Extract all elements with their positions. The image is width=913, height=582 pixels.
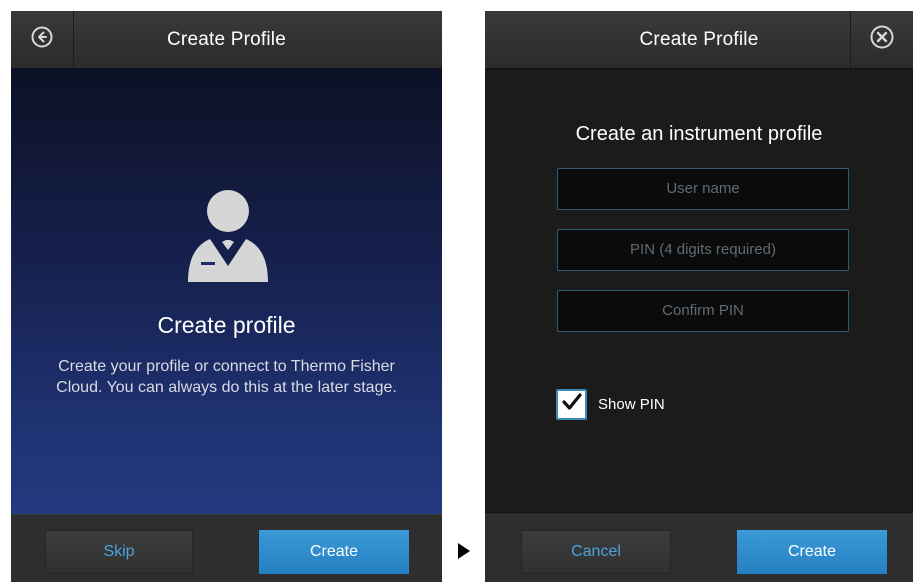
- confirm-pin-field[interactable]: [557, 290, 849, 332]
- cancel-button[interactable]: Cancel: [521, 530, 671, 574]
- close-circle-icon: [870, 25, 894, 55]
- show-pin-checkbox[interactable]: [556, 389, 587, 420]
- footer-bar: Skip Create: [11, 514, 442, 582]
- header-bar: Create Profile: [11, 11, 442, 69]
- page-title: Create Profile: [639, 28, 759, 50]
- create-button[interactable]: Create: [737, 530, 887, 574]
- intro-heading: Create profile: [157, 312, 296, 338]
- back-arrow-circle-icon: [31, 26, 53, 54]
- profile-form: Create an instrument profile Show PIN: [485, 69, 913, 514]
- create-profile-intro-screen: Create Profile Create profile Create you…: [11, 11, 442, 582]
- page: Create Profile Create profile Create you…: [0, 0, 913, 582]
- right-triangle-arrow-icon: [458, 543, 470, 559]
- back-button[interactable]: [11, 11, 74, 68]
- intro-description: Create your profile or connect to Thermo…: [56, 358, 397, 396]
- create-instrument-profile-screen: Create Profile Create an instrument prof…: [485, 11, 913, 582]
- page-title: Create Profile: [167, 28, 286, 50]
- show-pin-toggle[interactable]: Show PIN: [556, 389, 665, 420]
- intro-content: Create profile Create your profile or co…: [11, 69, 442, 514]
- pin-field[interactable]: [557, 229, 849, 271]
- form-heading: Create an instrument profile: [575, 123, 823, 145]
- create-button[interactable]: Create: [259, 530, 409, 574]
- show-pin-label: Show PIN: [598, 396, 665, 413]
- footer-bar: Cancel Create: [485, 514, 913, 582]
- checkmark-icon: [561, 392, 583, 417]
- header-bar: Create Profile: [485, 11, 913, 69]
- close-button[interactable]: [850, 11, 913, 68]
- user-name-field[interactable]: [557, 168, 849, 210]
- skip-button[interactable]: Skip: [45, 530, 193, 574]
- user-profile-icon: [184, 184, 272, 284]
